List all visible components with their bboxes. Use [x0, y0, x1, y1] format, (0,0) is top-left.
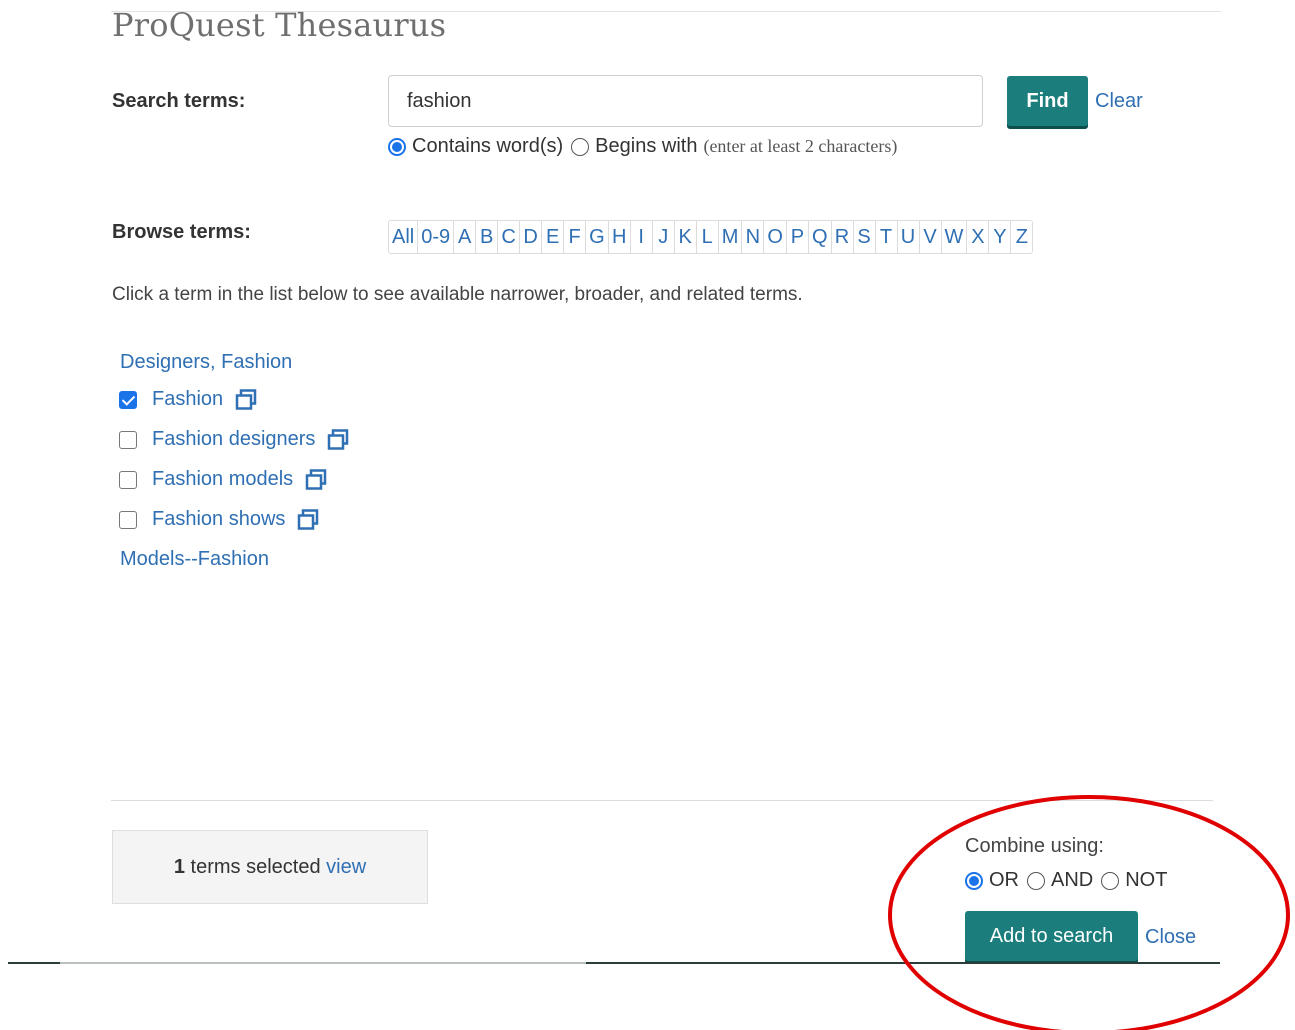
browse-letter-z[interactable]: Z	[1011, 221, 1032, 253]
term-checkbox[interactable]	[119, 430, 137, 449]
find-button[interactable]: Find	[1007, 76, 1088, 126]
search-mode-group: Contains word(s) Begins with (enter at l…	[388, 135, 897, 158]
browse-letter-q[interactable]: Q	[809, 221, 832, 253]
combine-operator-group: OR AND NOT	[965, 869, 1167, 892]
term-link-models-fashion[interactable]: Models--Fashion	[120, 548, 269, 571]
or-label: OR	[989, 869, 1019, 891]
browse-letter-h[interactable]: H	[609, 221, 631, 253]
selected-text: terms selected	[190, 855, 321, 878]
browse-letter-f[interactable]: F	[564, 221, 587, 253]
clear-link[interactable]: Clear	[1095, 90, 1143, 113]
browse-letter-x[interactable]: X	[967, 221, 990, 253]
expand-term-icon[interactable]	[327, 428, 349, 451]
term-checkbox[interactable]	[119, 470, 137, 489]
browse-letter-t[interactable]: T	[876, 221, 898, 253]
expand-term-icon[interactable]	[305, 468, 327, 491]
browse-letter-b[interactable]: B	[476, 221, 499, 253]
term-row-fashion-models: Fashion models	[119, 468, 327, 491]
browse-letter-l[interactable]: L	[697, 221, 719, 253]
expand-term-icon[interactable]	[235, 388, 257, 411]
browse-letter-o[interactable]: O	[764, 221, 787, 253]
term-label[interactable]: Fashion models	[152, 468, 293, 491]
browse-letter-u[interactable]: U	[898, 221, 920, 253]
browse-letter-m[interactable]: M	[719, 221, 743, 253]
and-radio[interactable]	[1027, 871, 1045, 890]
term-row-fashion-shows: Fashion shows	[119, 508, 319, 531]
browse-letter-0-9[interactable]: 0-9	[418, 221, 455, 253]
browse-letter-e[interactable]: E	[542, 221, 565, 253]
term-label[interactable]: Fashion shows	[152, 508, 285, 531]
begins-with-label: Begins with	[595, 135, 698, 157]
term-checkbox[interactable]	[119, 390, 137, 409]
hint-text: (enter at least 2 characters)	[703, 136, 898, 156]
browse-letter-k[interactable]: K	[675, 221, 697, 253]
browse-letter-g[interactable]: G	[586, 221, 609, 253]
contains-label: Contains word(s)	[412, 135, 564, 157]
bottom-border-highlight	[60, 962, 586, 964]
term-label[interactable]: Fashion designers	[152, 428, 315, 451]
browse-letter-p[interactable]: P	[787, 221, 809, 253]
browse-letter-w[interactable]: W	[942, 221, 968, 253]
browse-letter-y[interactable]: Y	[989, 221, 1012, 253]
close-link[interactable]: Close	[1145, 926, 1196, 949]
footer-divider	[111, 800, 1213, 801]
page-title: ProQuest Thesaurus	[112, 6, 447, 44]
term-row-fashion-designers: Fashion designers	[119, 428, 349, 451]
expand-term-icon[interactable]	[297, 508, 319, 531]
term-row-fashion: Fashion	[119, 388, 257, 411]
instruction-text: Click a term in the list below to see av…	[112, 284, 803, 305]
combine-label: Combine using:	[965, 835, 1104, 857]
browse-letter-a[interactable]: A	[454, 221, 477, 253]
term-label[interactable]: Fashion	[152, 388, 223, 411]
or-radio[interactable]	[965, 871, 983, 890]
browse-letter-n[interactable]: N	[742, 221, 765, 253]
search-input[interactable]	[388, 75, 983, 127]
term-checkbox[interactable]	[119, 510, 137, 529]
contains-radio[interactable]	[388, 137, 406, 156]
browse-letter-s[interactable]: S	[854, 221, 876, 253]
alphabet-browse-bar: All 0-9 A B C D E F G H I J K L M N O P Q R S T U V W X Y Z	[388, 220, 1034, 254]
browse-letter-i[interactable]: I	[631, 221, 653, 253]
browse-letter-all[interactable]: All	[389, 221, 419, 253]
browse-letter-v[interactable]: V	[920, 221, 942, 253]
and-label: AND	[1051, 869, 1094, 891]
add-to-search-button[interactable]: Add to search	[965, 911, 1138, 961]
not-radio[interactable]	[1101, 871, 1120, 890]
browse-letter-j[interactable]: J	[653, 221, 675, 253]
browse-letter-r[interactable]: R	[832, 221, 854, 253]
search-terms-label: Search terms:	[112, 90, 246, 112]
selected-count: 1	[173, 855, 185, 878]
begins-with-radio[interactable]	[571, 137, 590, 156]
browse-letter-c[interactable]: C	[498, 221, 521, 253]
selected-terms-box: 1 terms selected view	[112, 830, 428, 904]
browse-terms-label: Browse terms:	[112, 221, 251, 243]
view-selected-link[interactable]: view	[326, 856, 366, 879]
browse-letter-d[interactable]: D	[520, 221, 543, 253]
red-circle-annotation	[888, 795, 1290, 1030]
not-label: NOT	[1125, 869, 1168, 891]
term-link-designers-fashion[interactable]: Designers, Fashion	[120, 351, 292, 374]
